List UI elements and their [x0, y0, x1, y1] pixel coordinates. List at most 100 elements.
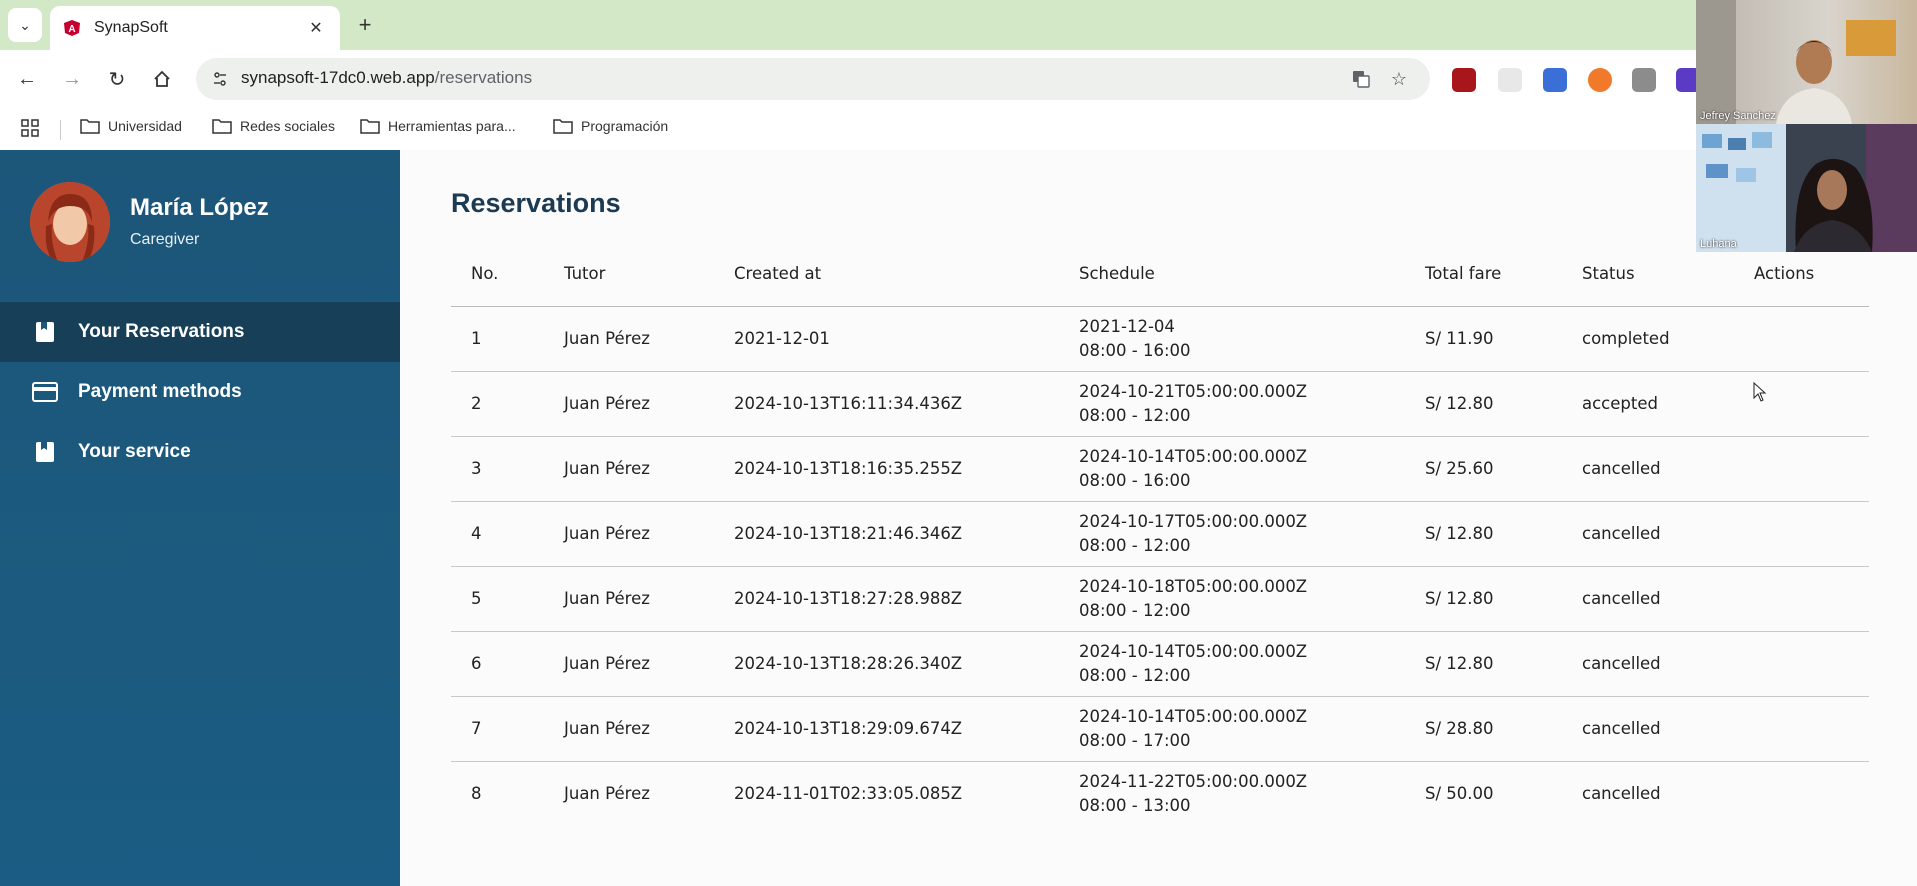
table-row: 2 Juan Pérez 2024-10-13T16:11:34.436Z 2024-…: [451, 371, 1869, 437]
participant-name: Luhana: [1700, 238, 1737, 250]
tutor-cell: Juan Pérez: [544, 436, 714, 502]
created-at-cell: 2024-10-13T18:28:26.340Z: [714, 631, 1059, 697]
schedule-hours: 08:00 - 13:00: [1079, 796, 1191, 815]
reservations-table: No. Tutor Created at Schedule Total fare…: [451, 240, 1869, 826]
home-icon[interactable]: [146, 63, 178, 95]
folder-icon: [553, 119, 573, 134]
schedule-hours: 08:00 - 12:00: [1079, 601, 1191, 620]
page-title: Reservations: [451, 188, 621, 218]
participant-video: [1696, 124, 1917, 252]
table-row: 8 Juan Pérez 2024-11-01T02:33:05.085Z 2024-…: [451, 762, 1869, 827]
schedule-date: 2024-10-14T05:00:00.000Z: [1079, 447, 1308, 466]
bookmark-label: Redes sociales: [240, 118, 335, 134]
schedule-date: 2024-10-21T05:00:00.000Z: [1079, 382, 1308, 401]
tutor-cell: Juan Pérez: [544, 306, 714, 372]
sidebar: María López Caregiver Your Reservations …: [0, 150, 400, 886]
column-header: Created at: [714, 240, 1059, 307]
forward-arrow-icon[interactable]: →: [56, 63, 88, 95]
browser-tab[interactable]: A SynapSoft ✕: [50, 6, 340, 50]
reload-icon[interactable]: ↻: [101, 63, 133, 95]
schedule-hours: 08:00 - 12:00: [1079, 406, 1191, 425]
sidebar-item-payment-methods[interactable]: Payment methods: [0, 362, 400, 422]
status-cell: cancelled: [1562, 566, 1734, 632]
bookmark-label: Programación: [581, 118, 669, 134]
sidebar-item-label: Payment methods: [78, 381, 242, 402]
schedule-cell: 2021-12-04 08:00 - 16:00: [1059, 306, 1405, 372]
url-host: synapsoft-17dc0.web.app: [241, 68, 435, 87]
status-cell: cancelled: [1582, 784, 1661, 803]
participant-name: Jefrey Sanchez: [1700, 110, 1776, 122]
clipboard-extension-icon[interactable]: [1498, 68, 1522, 92]
folder-icon: [80, 119, 100, 134]
apps-grid-icon[interactable]: [20, 118, 48, 138]
back-arrow-icon[interactable]: ←: [11, 63, 43, 95]
schedule-date: 2021-12-04: [1079, 317, 1175, 336]
actions-cell: [1734, 762, 1869, 827]
schedule-cell: 2024-10-14T05:00:00.000Z 08:00 - 17:00: [1059, 696, 1405, 762]
table-row: 1 Juan Pérez 2021-12-01 2021-12-04 08:00 - 1…: [451, 306, 1869, 372]
tab-title: SynapSoft: [94, 19, 168, 36]
row-number: 4: [451, 501, 544, 567]
bookmark-folder-redes-sociales[interactable]: Redes sociales: [212, 118, 335, 134]
row-number: 6: [451, 631, 544, 697]
close-icon[interactable]: ✕: [304, 16, 328, 40]
angular-favicon-icon: A: [62, 18, 82, 38]
bookmark-folder-universidad[interactable]: Universidad: [80, 118, 182, 134]
schedule-date: 2024-10-18T05:00:00.000Z: [1079, 577, 1308, 596]
created-at-cell: 2024-10-13T18:29:09.674Z: [714, 696, 1059, 762]
row-number: 8: [471, 784, 482, 803]
created-at-cell: 2024-10-13T18:16:35.255Z: [714, 436, 1059, 502]
schedule-cell: 2024-11-22T05:00:00.000Z 08:00 - 13:00: [1059, 762, 1405, 827]
sidebar-item-your-service[interactable]: Your service: [0, 422, 400, 482]
video-tile-luhana[interactable]: Luhana: [1696, 124, 1917, 252]
status-cell: accepted: [1562, 371, 1734, 437]
schedule-date: 2024-10-14T05:00:00.000Z: [1079, 642, 1308, 661]
actions-cell: [1734, 436, 1869, 502]
user-name: María López: [130, 194, 269, 221]
row-number: 2: [451, 371, 544, 437]
fire-extension-icon[interactable]: [1588, 68, 1612, 92]
table-row: 6 Juan Pérez 2024-10-13T18:28:26.340Z 2024-…: [451, 631, 1869, 697]
video-tile-jefrey[interactable]: Jefrey Sanchez: [1696, 0, 1917, 124]
column-header: No.: [451, 240, 544, 307]
folder-icon: [212, 119, 232, 134]
tutor-cell: Juan Pérez: [544, 566, 714, 632]
bookmark-star-icon[interactable]: ☆: [1386, 66, 1412, 92]
status-cell: cancelled: [1562, 696, 1734, 762]
schedule-hours: 08:00 - 12:00: [1079, 536, 1191, 555]
translate-icon[interactable]: [1348, 66, 1374, 92]
schedule-cell: 2024-10-14T05:00:00.000Z 08:00 - 16:00: [1059, 436, 1405, 502]
url-path: /reservations: [434, 68, 533, 87]
created-at-cell: 2024-10-13T16:11:34.436Z: [714, 371, 1059, 437]
profile-extension-icon[interactable]: [1632, 68, 1656, 92]
actions-cell: [1734, 566, 1869, 632]
created-at-cell: 2024-11-01T02:33:05.085Z: [734, 784, 963, 803]
sidebar-item-your-reservations[interactable]: Your Reservations: [0, 302, 400, 362]
arrow-extension-icon[interactable]: [1543, 68, 1567, 92]
status-cell: cancelled: [1562, 501, 1734, 567]
book-icon: [32, 319, 58, 345]
address-bar[interactable]: synapsoft-17dc0.web.app/reservations ☆: [196, 58, 1430, 100]
sidebar-item-label: Your service: [78, 441, 191, 462]
table-header-row: No. Tutor Created at Schedule Total fare…: [451, 240, 1869, 307]
created-at-cell: 2021-12-01: [714, 306, 1059, 372]
chevron-down-icon: ⌄: [19, 16, 31, 33]
ublock-extension-icon[interactable]: [1452, 68, 1476, 92]
site-settings-icon[interactable]: [206, 65, 234, 93]
column-header: Total fare: [1405, 240, 1562, 307]
schedule-cell: 2024-10-17T05:00:00.000Z 08:00 - 12:00: [1059, 501, 1405, 567]
row-number: 7: [451, 696, 544, 762]
total-fare-cell: S/ 25.60: [1405, 436, 1562, 502]
schedule-date: 2024-11-22T05:00:00.000Z: [1079, 772, 1308, 791]
table-row: 5 Juan Pérez 2024-10-13T18:27:28.988Z 2024-…: [451, 566, 1869, 632]
tab-search-button[interactable]: ⌄: [8, 8, 42, 42]
total-fare-cell: S/ 12.80: [1405, 501, 1562, 567]
bookmark-folder-herramientas[interactable]: Herramientas para...: [360, 118, 516, 134]
main-content: Reservations No. Tutor Created at Schedu…: [400, 150, 1917, 886]
row-number: 3: [451, 436, 544, 502]
new-tab-button[interactable]: +: [352, 12, 378, 38]
total-fare-cell: S/ 50.00: [1425, 784, 1494, 803]
row-number: 5: [451, 566, 544, 632]
bookmark-folder-programacion[interactable]: Programación: [553, 118, 668, 134]
schedule-cell: 2024-10-21T05:00:00.000Z 08:00 - 12:00: [1059, 371, 1405, 437]
